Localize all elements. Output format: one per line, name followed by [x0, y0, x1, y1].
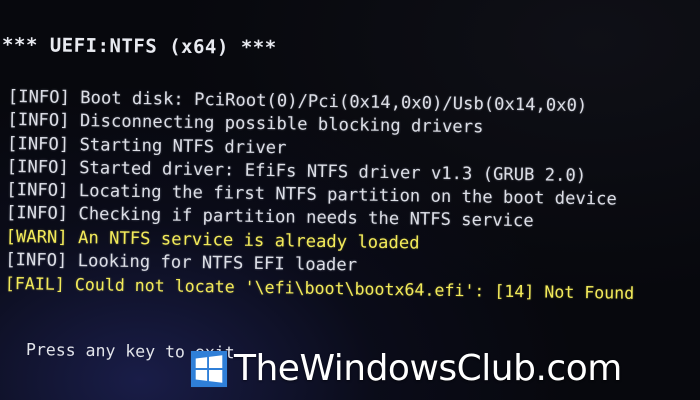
windows-logo-icon	[190, 350, 228, 387]
site-watermark: TheWindowsClub.com	[190, 348, 622, 389]
log-message: Starting NTFS driver	[69, 134, 287, 158]
log-message: Disconnecting possible blocking drivers	[69, 111, 484, 138]
boot-log: [INFO] Boot disk: PciRoot(0)/Pci(0x14,0x…	[5, 86, 638, 306]
uefi-console-screen: *** UEFI:NTFS (x64) *** [INFO] Boot disk…	[0, 0, 700, 400]
console-title: *** UEFI:NTFS (x64) ***	[1, 34, 277, 59]
log-level-tag: [INFO]	[7, 110, 70, 132]
log-message: An NTFS service is already loaded	[67, 227, 420, 254]
log-level-tag: [INFO]	[6, 156, 69, 178]
log-level-tag: [INFO]	[5, 203, 69, 225]
log-level-tag: [WARN]	[5, 226, 68, 248]
log-level-tag: [INFO]	[6, 180, 69, 202]
watermark-text: TheWindowsClub.com	[234, 348, 622, 389]
log-message: Looking for NTFS EFI loader	[67, 251, 358, 276]
log-level-tag: [INFO]	[5, 250, 68, 272]
log-level-tag: [INFO]	[7, 86, 71, 108]
log-level-tag: [INFO]	[6, 133, 70, 155]
log-level-tag: [FAIL]	[4, 274, 65, 295]
